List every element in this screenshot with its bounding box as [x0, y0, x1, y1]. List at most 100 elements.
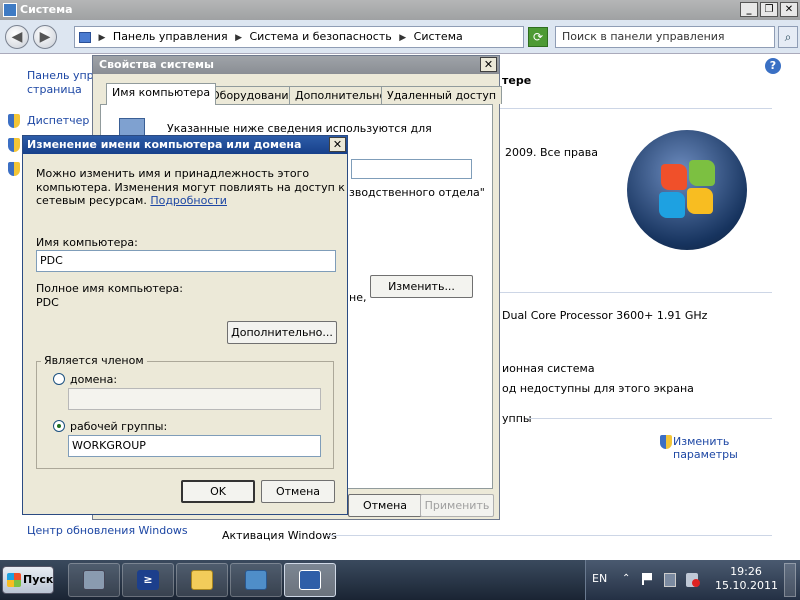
cancel-button[interactable]: Отмена — [261, 480, 335, 503]
taskbar-powershell[interactable]: ≥ — [122, 563, 174, 597]
change-button[interactable]: Изменить... — [370, 275, 473, 298]
control-panel-home-link-line2[interactable]: страница — [27, 83, 82, 96]
os-type-info: ионная система — [502, 362, 595, 375]
refresh-button[interactable]: ⟳ — [528, 27, 548, 47]
shield-icon — [8, 114, 20, 128]
help-icon[interactable]: ? — [765, 58, 781, 74]
workgroup-label: рабочей группы: — [70, 420, 168, 433]
muted-icon — [692, 579, 700, 587]
refresh-icon: ⟳ — [532, 30, 544, 44]
apply-button[interactable]: Применить — [420, 494, 494, 517]
computer-name-label: Имя компьютера: — [36, 236, 138, 249]
description-line-1: Можно изменить имя и принадлежность этог… — [36, 167, 310, 180]
breadcrumb-system-security[interactable]: Система и безопасность — [250, 30, 392, 43]
control-panel-icon — [245, 570, 267, 590]
close-button[interactable]: ✕ — [780, 2, 798, 17]
window-titlebar[interactable]: Система _ ❐ ✕ — [0, 0, 800, 20]
domain-radio[interactable] — [53, 373, 65, 385]
windows-activation-label: Активация Windows — [222, 529, 337, 542]
cancel-button[interactable]: Отмена — [348, 494, 422, 517]
copyright-text: 2009. Все права — [505, 146, 598, 159]
start-label: Пуск — [23, 573, 54, 586]
network-icon[interactable] — [664, 573, 676, 587]
volume-muted-icon[interactable] — [686, 573, 700, 587]
server-manager-icon — [83, 570, 105, 590]
forward-button[interactable]: ▶ — [33, 25, 57, 49]
dialog-titlebar[interactable]: Изменение имени компьютера или домена — [23, 136, 347, 154]
shield-icon — [8, 138, 20, 152]
divider — [327, 535, 772, 536]
clock-date: 15.10.2011 — [715, 579, 778, 592]
control-panel-home-link[interactable]: Панель упра — [27, 69, 100, 82]
dialog-title: Изменение имени компьютера или домена — [27, 138, 302, 151]
breadcrumb-system[interactable]: Система — [414, 30, 463, 43]
workgroup-radio[interactable] — [53, 420, 65, 432]
shield-icon — [660, 435, 672, 449]
chevron-right-icon: ▶ — [235, 33, 242, 43]
system-window-icon — [3, 3, 17, 17]
windows-logo — [627, 130, 747, 250]
search-button[interactable]: ⌕ — [778, 26, 798, 48]
address-input[interactable]: ▶ Панель управления ▶ Система и безопасн… — [74, 26, 524, 48]
tab-computer-name[interactable]: Имя компьютера — [106, 83, 217, 105]
taskbar-control-panel[interactable] — [230, 563, 282, 597]
description-line-2: компьютера. Изменения могут повлиять на … — [36, 181, 345, 194]
info-text: Указанные ниже сведения используются для — [167, 122, 432, 135]
taskbar-system-window[interactable] — [284, 563, 336, 597]
chevron-right-icon: ▶ — [399, 33, 407, 43]
dialog-titlebar[interactable]: Свойства системы — [93, 56, 499, 74]
folder-icon — [79, 31, 91, 43]
computer-icon — [299, 570, 321, 590]
pen-touch-info: од недоступны для этого экрана — [502, 382, 694, 395]
change-settings-link[interactable]: Изменить — [673, 435, 729, 448]
close-button[interactable]: ✕ — [480, 57, 497, 72]
close-button[interactable]: ✕ — [329, 137, 346, 152]
rename-computer-dialog: Изменение имени компьютера или домена ✕ … — [22, 135, 348, 515]
powershell-icon: ≥ — [137, 570, 159, 590]
description-line-3-text: сетевым ресурсам. — [36, 194, 147, 207]
close-icon: ✕ — [332, 138, 343, 151]
ok-button[interactable]: OK — [181, 480, 255, 503]
search-icon: ⌕ — [784, 30, 792, 44]
divider — [500, 292, 772, 293]
chevron-up-icon[interactable]: ⌃ — [622, 573, 634, 587]
taskbar-server-manager[interactable] — [68, 563, 120, 597]
breadcrumb-control-panel[interactable]: Панель управления — [113, 30, 228, 43]
address-bar-area: ◀ ▶ ▶ Панель управления ▶ Система и безо… — [0, 20, 800, 54]
details-link[interactable]: Подробности — [150, 194, 227, 207]
workgroup-input[interactable]: WORKGROUP — [68, 435, 321, 457]
taskbar: Пуск ≥ EN ⌃ 19:26 15.10.2011 — [0, 560, 800, 600]
dialog-title: Свойства системы — [99, 58, 214, 71]
tab-advanced[interactable]: Дополнительно — [289, 86, 393, 104]
member-of-label: Является членом — [41, 354, 147, 367]
taskbar-explorer[interactable] — [176, 563, 228, 597]
rename-text: не, — [349, 291, 367, 304]
computer-name-input[interactable]: PDC — [36, 250, 336, 272]
minimize-button[interactable]: _ — [740, 2, 758, 17]
windows-flag-icon — [7, 573, 21, 587]
device-manager-link[interactable]: Диспетчер у — [27, 114, 99, 127]
start-button[interactable]: Пуск — [2, 566, 54, 594]
divider — [500, 108, 772, 109]
language-indicator[interactable]: EN — [592, 572, 607, 585]
clock-time: 19:26 — [730, 565, 762, 578]
windows-update-link[interactable]: Центр обновления Windows — [27, 524, 188, 537]
back-button[interactable]: ◀ — [5, 25, 29, 49]
change-settings-link-line2[interactable]: параметры — [673, 448, 738, 461]
chevron-right-icon: ▶ — [98, 33, 106, 43]
show-desktop-button[interactable] — [784, 563, 796, 597]
tab-hardware[interactable]: Оборудование — [205, 86, 302, 104]
tab-remote[interactable]: Удаленный доступ — [381, 86, 503, 104]
domain-input[interactable] — [68, 388, 321, 410]
computer-description-input[interactable] — [351, 159, 472, 179]
search-input[interactable]: Поиск в панели управления — [555, 26, 775, 48]
maximize-button[interactable]: ❐ — [760, 2, 778, 17]
arrow-left-icon: ◀ — [11, 29, 23, 45]
clock[interactable]: 19:26 15.10.2011 — [715, 565, 778, 593]
example-text: зводственного отдела" — [349, 186, 485, 199]
more-button[interactable]: Дополнительно... — [227, 321, 337, 344]
domain-label: домена: — [70, 373, 118, 386]
arrow-right-icon: ▶ — [39, 29, 51, 45]
full-name-label: Полное имя компьютера: — [36, 282, 183, 295]
folder-icon — [191, 570, 213, 590]
